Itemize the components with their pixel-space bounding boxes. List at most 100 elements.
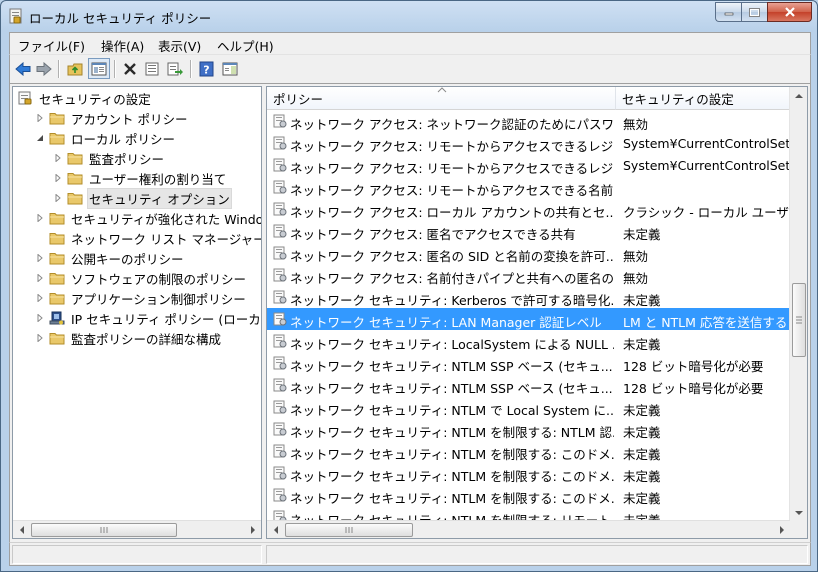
menu-help[interactable]: ヘルプ(H) xyxy=(217,36,274,55)
menu-view[interactable]: 表示(V) xyxy=(158,36,201,55)
properties-icon xyxy=(145,62,159,76)
arrow-left-icon xyxy=(19,525,24,534)
client-area: セキュリティの設定 アカウント ポリシー ローカル ポリシー 監査ポリシー ユーザー権利… xyxy=(9,83,811,543)
expand-arrow-icon[interactable] xyxy=(53,188,63,208)
expand-arrow-icon[interactable] xyxy=(35,268,45,288)
tree-item[interactable]: セキュリティの設定 xyxy=(17,88,153,108)
policy-row[interactable]: ネットワーク セキュリティ: NTLM を制限する: このドメ... 未定義 xyxy=(267,440,791,462)
expand-arrow-icon[interactable] xyxy=(35,288,45,308)
tree-horizontal-scrollbar[interactable] xyxy=(13,520,261,538)
policy-name: ネットワーク セキュリティ: NTLM SSP ベース (セキュ... xyxy=(290,381,613,396)
policy-row[interactable]: ネットワーク アクセス: 匿名の SID と名前の変換を許可... 無効 xyxy=(267,242,791,264)
back-button[interactable] xyxy=(13,59,33,79)
scroll-down-button[interactable] xyxy=(790,504,807,521)
expand-arrow-icon[interactable] xyxy=(53,148,63,168)
folder-icon xyxy=(67,191,83,205)
scroll-right-button[interactable] xyxy=(244,521,261,538)
policy-row[interactable]: ネットワーク セキュリティ: NTLM を制限する: NTLM 認... 未定義 xyxy=(267,418,791,440)
expand-arrow-icon[interactable] xyxy=(35,328,45,348)
expand-arrow-icon[interactable] xyxy=(35,248,45,268)
tree-item[interactable]: セキュリティが強化された Windows xyxy=(35,208,261,228)
close-button[interactable] xyxy=(767,2,812,22)
policy-name: ネットワーク セキュリティ: LocalSystem による NULL ... xyxy=(290,337,614,352)
policy-row[interactable]: ネットワーク セキュリティ: NTLM を制限する: このドメ... 未定義 xyxy=(267,484,791,506)
arrow-right-icon xyxy=(779,525,784,534)
tree-item[interactable]: ローカル ポリシー xyxy=(35,128,177,148)
up-folder-button[interactable] xyxy=(65,59,85,79)
policy-setting-icon xyxy=(273,180,287,194)
tree-item-label: ネットワーク リスト マネージャー ポ xyxy=(71,231,262,247)
tree-item[interactable]: ユーザー権利の割り当て xyxy=(53,168,228,188)
tree-item[interactable]: ネットワーク リスト マネージャー ポ xyxy=(35,228,262,248)
forward-button[interactable] xyxy=(34,59,54,79)
column-header-setting-label: セキュリティの設定 xyxy=(622,91,734,107)
policy-row[interactable]: ネットワーク セキュリティ: LAN Manager 認証レベル LM と NTL… xyxy=(267,308,791,330)
policy-row[interactable]: ネットワーク アクセス: ローカル アカウントの共有とセ... クラシック - ロ… xyxy=(267,198,793,220)
expand-arrow-icon[interactable] xyxy=(35,308,45,328)
maximize-button[interactable] xyxy=(741,2,767,22)
policy-row[interactable]: ネットワーク アクセス: ネットワーク認証のためにパスワ... 無効 xyxy=(267,110,791,132)
policy-row[interactable]: ネットワーク セキュリティ: NTLM で Local System に... 未… xyxy=(267,396,791,418)
policy-row[interactable]: ネットワーク セキュリティ: NTLM SSP ベース (セキュ... 128 ビ… xyxy=(267,374,791,396)
list-hscroll-thumb[interactable] xyxy=(285,523,413,537)
policy-row[interactable]: ネットワーク アクセス: 名前付きパイプと共有への匿名の... 無効 xyxy=(267,264,791,286)
grip-icon xyxy=(345,527,353,533)
folder-icon xyxy=(67,171,83,185)
policy-row[interactable]: ネットワーク セキュリティ: Kerberos で許可する暗号化... 未定義 xyxy=(267,286,791,308)
expand-arrow-icon[interactable] xyxy=(35,208,45,228)
policy-setting-icon xyxy=(273,312,287,326)
scroll-up-button[interactable] xyxy=(790,87,807,104)
column-header-policy[interactable]: ポリシー xyxy=(267,87,616,110)
menu-action[interactable]: 操作(A) xyxy=(101,36,144,55)
title-bar[interactable]: ローカル セキュリティ ポリシー xyxy=(1,1,817,31)
policy-row[interactable]: ネットワーク セキュリティ: NTLM を制限する: このドメ... 未定義 xyxy=(267,462,791,484)
delete-button[interactable] xyxy=(120,59,140,79)
policy-row[interactable]: ネットワーク セキュリティ: NTLM SSP ベース (セキュ... 128 ビ… xyxy=(267,352,791,374)
tree-item-label: アプリケーション制御ポリシー xyxy=(71,291,246,307)
scroll-left-button[interactable] xyxy=(267,521,284,538)
export-list-button[interactable] xyxy=(165,59,185,79)
scroll-left-button[interactable] xyxy=(13,521,30,538)
tree-hscroll-thumb[interactable] xyxy=(31,523,177,537)
export-list-icon xyxy=(167,62,183,76)
tree-item[interactable]: アプリケーション制御ポリシー xyxy=(35,288,248,308)
tree-item[interactable]: IP セキュリティ ポリシー (ローカル xyxy=(35,308,261,328)
tree-item[interactable]: 監査ポリシー xyxy=(53,148,166,168)
expand-arrow-icon[interactable] xyxy=(53,168,63,188)
policy-row[interactable]: ネットワーク アクセス: リモートからアクセスできる名前... xyxy=(267,176,791,198)
policy-row[interactable]: ネットワーク アクセス: 匿名でアクセスできる共有 未定義 xyxy=(267,220,791,242)
scroll-right-button[interactable] xyxy=(773,521,790,538)
tree-item[interactable]: 公開キーのポリシー xyxy=(35,248,186,268)
menu-file[interactable]: ファイル(F) xyxy=(18,36,85,55)
policy-row[interactable]: ネットワーク アクセス: リモートからアクセスできるレジ... System¥Cu… xyxy=(267,154,793,176)
policy-setting-value: LM と NTLM 応答を送信する xyxy=(623,315,788,330)
status-bar xyxy=(9,542,811,566)
show-action-pane-button[interactable] xyxy=(220,59,240,79)
list-horizontal-scrollbar[interactable] xyxy=(267,520,790,538)
column-header-policy-label: ポリシー xyxy=(273,91,324,107)
collapse-arrow-icon[interactable] xyxy=(35,128,45,148)
minimize-button[interactable] xyxy=(715,2,741,22)
policy-name: ネットワーク セキュリティ: NTLM SSP ベース (セキュ... xyxy=(290,359,613,374)
tree-item[interactable]: ソフトウェアの制限のポリシー xyxy=(35,268,248,288)
policy-row[interactable]: ネットワーク アクセス: リモートからアクセスできるレジ... System¥Cu… xyxy=(267,132,793,154)
tree-item[interactable]: セキュリティ オプション xyxy=(53,187,232,209)
policy-setting-icon xyxy=(273,114,287,128)
console-tree[interactable]: セキュリティの設定 アカウント ポリシー ローカル ポリシー 監査ポリシー ユーザー権利… xyxy=(12,86,262,539)
policy-row[interactable]: ネットワーク セキュリティ: LocalSystem による NULL ... 未… xyxy=(267,330,791,352)
list-vscroll-thumb[interactable] xyxy=(792,283,806,357)
show-tree-button[interactable] xyxy=(88,58,110,79)
expand-arrow-icon[interactable] xyxy=(35,108,45,128)
tree-item[interactable]: アカウント ポリシー xyxy=(35,108,189,128)
policy-list[interactable]: ポリシー セキュリティの設定 ネットワーク アクセス: ネットワーク認証のために… xyxy=(266,86,808,539)
folder-icon xyxy=(49,131,65,145)
tree-item[interactable]: 監査ポリシーの詳細な構成 xyxy=(35,328,223,348)
list-vertical-scrollbar[interactable] xyxy=(789,87,807,521)
help-button[interactable]: ? xyxy=(197,59,217,79)
policy-setting-value: 未定義 xyxy=(623,425,661,440)
status-pane-left xyxy=(12,545,262,564)
column-header-setting[interactable]: セキュリティの設定 xyxy=(616,87,790,110)
properties-button[interactable] xyxy=(142,59,162,79)
policy-name: ネットワーク セキュリティ: NTLM を制限する: NTLM 認... xyxy=(290,425,614,440)
